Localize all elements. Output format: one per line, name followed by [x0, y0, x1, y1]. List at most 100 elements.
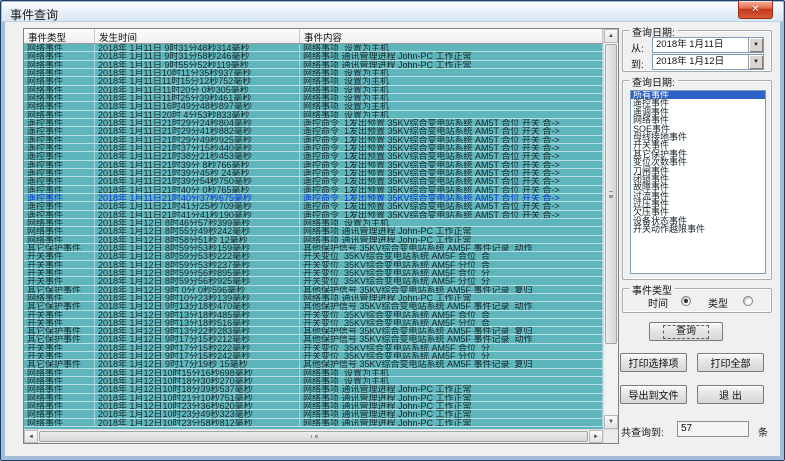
- cell-type: 其它保护事件: [24, 286, 95, 293]
- table-row[interactable]: 网络事件2018年 1月11日10时11分35秒937毫秒网络事项 设置为主机: [24, 69, 603, 77]
- cell-type: 网络事件: [24, 236, 95, 243]
- chevron-down-icon[interactable]: ▼: [748, 38, 763, 52]
- event-query-dialog: 事件查询 ✕ 事件类型 发生时间 事件内容 网络事件2018年 1月11日 9时…: [0, 0, 785, 461]
- print-selected-button[interactable]: 打印选择项: [620, 353, 687, 372]
- table-row[interactable]: 网络事件2018年 1月12日 8时55分49秒242毫秒网络事项 通讯管理进程…: [24, 227, 603, 235]
- table-row[interactable]: 遥控事件2018年 1月11日21时39分 8秒766毫秒遥控命令 1发出预置 …: [24, 161, 603, 169]
- cell-time: 2018年 1月11日21时29分49秒925毫秒: [95, 136, 300, 143]
- col-header-event-content[interactable]: 事件内容: [300, 29, 603, 43]
- table-row[interactable]: 遥控事件2018年 1月11日21时39分54秒750毫秒遥控命令 1发出预置 …: [24, 177, 603, 185]
- scroll-left-arrow-icon[interactable]: ◄: [24, 430, 38, 443]
- table-row[interactable]: 网络事件2018年 1月12日 8时46分57秒399毫秒网络事项 设置为主机: [24, 219, 603, 227]
- cell-type: 网络事件: [24, 77, 95, 84]
- table-row[interactable]: 网络事件2018年 1月11日20时 4分53秒833毫秒网络事项 设置为主机: [24, 111, 603, 119]
- scroll-up-arrow-icon[interactable]: ▲: [604, 29, 618, 43]
- table-row[interactable]: 网络事件2018年 1月11日 9时31分48秒314毫秒网络事项 设置为主机: [24, 44, 603, 52]
- table-row[interactable]: 其它保护事件2018年 1月12日 9时 0分 0秒596毫秒其他保护信号 35…: [24, 286, 603, 294]
- col-header-event-time[interactable]: 发生时间: [95, 29, 300, 43]
- cell-content: 其他保护信号 35KV综合变电站系统 AM5F 事件记录 动作: [300, 335, 603, 342]
- cell-time: 2018年 1月11日20时 4分53秒833毫秒: [95, 111, 300, 118]
- radio-time-label: 时间: [648, 295, 668, 310]
- table-row[interactable]: 网络事件2018年 1月12日10时23分58秒812毫秒网络事项 通讯管理进程…: [24, 419, 603, 427]
- horizontal-scrollbar[interactable]: ◄ ►: [24, 429, 603, 443]
- table-row[interactable]: 遥控事件2018年 1月11日21时37分15秒440毫秒遥控命令 1发出预置 …: [24, 144, 603, 152]
- event-type-listbox[interactable]: 所有事件遥控事件遥调事件网络事件SOE事件母线接地事件开关事件其它保护事件变位次…: [630, 90, 766, 274]
- table-row[interactable]: 其它保护事件2018年 1月12日 9时17分15秒212毫秒其他保护信号 35…: [24, 335, 603, 343]
- radio-time[interactable]: [681, 296, 691, 306]
- scroll-down-arrow-icon[interactable]: ▼: [604, 415, 618, 429]
- col-header-event-type[interactable]: 事件类型: [24, 29, 95, 43]
- table-row[interactable]: 网络事件2018年 1月11日11时20分 0秒305毫秒网络事项 设置为主机: [24, 86, 603, 94]
- cell-time: 2018年 1月12日 9时 0分 0秒596毫秒: [95, 286, 300, 293]
- vertical-scrollbar[interactable]: ▲ ▼: [603, 29, 618, 429]
- export-to-file-button[interactable]: 导出到文件: [620, 385, 687, 404]
- table-row[interactable]: 开关事件2018年 1月12日 9时17分15秒242毫秒开关变位 35KV综合…: [24, 352, 603, 360]
- exit-button[interactable]: 退 出: [697, 385, 764, 404]
- cell-content: 网络事项 通讯管理进程 John-PC 工作正常: [300, 227, 603, 234]
- table-row[interactable]: 其它保护事件2018年 1月12日 8时59分53秒159毫秒其他保护信号 35…: [24, 244, 603, 252]
- table-row[interactable]: 开关事件2018年 1月12日 8时59分53秒222毫秒开关变位 35KV综合…: [24, 252, 603, 260]
- table-row[interactable]: 开关事件2018年 1月12日 8时59分53秒237毫秒开关变位 35KV综合…: [24, 261, 603, 269]
- event-type-list-group-title: 查询日期:: [629, 74, 678, 89]
- table-row[interactable]: 网络事件2018年 1月12日10时18分39秒537毫秒网络事项 通讯管理进程…: [24, 385, 603, 393]
- table-row[interactable]: 遥控事件2018年 1月11日21时40分37秒675毫秒遥控命令 1发出预置 …: [24, 194, 603, 202]
- listbox-item[interactable]: 开关动作越限事件: [631, 225, 765, 233]
- table-row[interactable]: 遥控事件2018年 1月11日21时40分 0秒765毫秒遥控命令 1发出预置 …: [24, 186, 603, 194]
- table-row[interactable]: 遥控事件2018年 1月11日21时29分24秒804毫秒遥控命令 1发出预置 …: [24, 119, 603, 127]
- table-row[interactable]: 遥控事件2018年 1月11日21时41分25秒709毫秒遥控命令 1发出预置 …: [24, 202, 603, 210]
- cell-time: 2018年 1月12日10时18分39秒537毫秒: [95, 385, 300, 392]
- table-row[interactable]: 开关事件2018年 1月12日 8时59分56秒925毫秒开关变位 35KV综合…: [24, 277, 603, 285]
- table-row[interactable]: 网络事件2018年 1月11日11时15分12秒752毫秒网络事项 设置为主机: [24, 77, 603, 85]
- table-row[interactable]: 网络事件2018年 1月11日16时49分48秒897毫秒网络事项 设置为主机: [24, 102, 603, 110]
- thumb-grip-icon: [609, 191, 613, 196]
- table-row[interactable]: 网络事件2018年 1月11日11时25分39秒461毫秒网络事项 设置为主机: [24, 94, 603, 102]
- table-row[interactable]: 其它保护事件2018年 1月12日 9时13分22秒283毫秒其他保护信号 35…: [24, 327, 603, 335]
- table-row[interactable]: 开关事件2018年 1月12日 9时13分18秒485毫秒开关变位 35KV综合…: [24, 311, 603, 319]
- table-row[interactable]: 遥控事件2018年 1月11日21时29分49秒925毫秒遥控命令 1发出预置 …: [24, 136, 603, 144]
- table-row[interactable]: 遥控事件2018年 1月11日21时39分45秒 24毫秒遥控命令 1发出预置 …: [24, 169, 603, 177]
- cell-content: 遥控命令 1发出预置 35KV综合变电站系统 AM5T 合位 开关 合->: [300, 119, 603, 126]
- cell-content: 网络事项 通讯管理进程 John-PC 工作正常: [300, 385, 603, 392]
- query-button[interactable]: 查询: [649, 322, 723, 341]
- table-row[interactable]: 网络事件2018年 1月12日10时18分30秒270毫秒网络事项 设置为主机: [24, 377, 603, 385]
- to-date-combobox[interactable]: 2018年 1月12日 ▼: [652, 54, 764, 70]
- chevron-down-icon[interactable]: ▼: [748, 55, 763, 69]
- table-row[interactable]: 网络事件2018年 1月11日 9时31分58秒246毫秒网络事项 通讯管理进程…: [24, 52, 603, 60]
- cell-time: 2018年 1月12日 8时59分56秒895毫秒: [95, 269, 300, 276]
- from-date-combobox[interactable]: 2018年 1月11日 ▼: [652, 37, 764, 53]
- table-row[interactable]: 网络事件2018年 1月12日10时23分49秒323毫秒网络事项 通讯管理进程…: [24, 410, 603, 418]
- scroll-right-arrow-icon[interactable]: ►: [589, 430, 603, 443]
- title-bar[interactable]: 事件查询: [2, 2, 783, 22]
- table-row[interactable]: 网络事件2018年 1月12日 9时10分23秒139毫秒网络事项 通讯管理进程…: [24, 294, 603, 302]
- table-row[interactable]: 遥控事件2018年 1月11日21时38分21秒453毫秒遥控命令 1发出预置 …: [24, 152, 603, 160]
- export-label: 导出到文件: [629, 387, 679, 402]
- table-row[interactable]: 开关事件2018年 1月12日 9时13分18秒516毫秒开关变位 35KV综合…: [24, 319, 603, 327]
- table-row[interactable]: 开关事件2018年 1月12日 9时17分15秒222毫秒开关变位 35KV综合…: [24, 344, 603, 352]
- table-row[interactable]: 网络事件2018年 1月12日 8时58分51秒 12毫秒网络事项 通讯管理进程…: [24, 236, 603, 244]
- table-row[interactable]: 遥控事件2018年 1月11日21时41分41秒190毫秒遥控命令 1发出预置 …: [24, 211, 603, 219]
- close-button[interactable]: ✕: [738, 1, 773, 19]
- close-icon: ✕: [751, 4, 759, 15]
- radio-type[interactable]: [743, 296, 753, 306]
- sort-type-group: 事件类型 时间 类型: [622, 288, 772, 313]
- table-row[interactable]: 遥控事件2018年 1月11日21时29分41秒882毫秒遥控命令 1发出预置 …: [24, 127, 603, 135]
- table-row[interactable]: 网络事件2018年 1月12日10时15分16秒698毫秒网络事项 设置为主机: [24, 369, 603, 377]
- cell-content: 网络事项 通讯管理进程 John-PC 工作正常: [300, 410, 603, 417]
- cell-content: 网络事项 设置为主机: [300, 369, 603, 376]
- cell-content: 遥控命令 1发出预置 35KV综合变电站系统 AM5T 合位 开关 合->: [300, 136, 603, 143]
- table-row[interactable]: 网络事件2018年 1月12日10时23分36秒620毫秒网络事项 通讯管理进程…: [24, 402, 603, 410]
- cell-type: 网络事件: [24, 410, 95, 417]
- table-row[interactable]: 网络事件2018年 1月11日 9时55分52秒119毫秒网络事项 通讯管理进程…: [24, 61, 603, 69]
- vertical-scroll-thumb[interactable]: [605, 44, 617, 344]
- horizontal-scroll-thumb[interactable]: [39, 431, 588, 442]
- cell-content: 开关变位 35KV综合变电站系统 AM5F 分位 合: [300, 319, 603, 326]
- table-row[interactable]: 网络事件2018年 1月12日10时21分10秒751毫秒网络事项 通讯管理进程…: [24, 394, 603, 402]
- cell-type: 遥控事件: [24, 177, 95, 184]
- cell-type: 网络事件: [24, 402, 95, 409]
- table-row[interactable]: 开关事件2018年 1月12日 8时59分56秒895毫秒开关变位 35KV综合…: [24, 269, 603, 277]
- cell-type: 开关事件: [24, 352, 95, 359]
- print-all-button[interactable]: 打印全部: [697, 353, 764, 372]
- event-table: 事件类型 发生时间 事件内容 网络事件2018年 1月11日 9时31分48秒3…: [23, 28, 619, 444]
- table-row[interactable]: 其它保护事件2018年 1月12日 9时17分19秒 15毫秒其他保护信号 35…: [24, 360, 603, 368]
- table-row[interactable]: 其它保护事件2018年 1月12日 9时13分18秒470毫秒其他保护信号 35…: [24, 302, 603, 310]
